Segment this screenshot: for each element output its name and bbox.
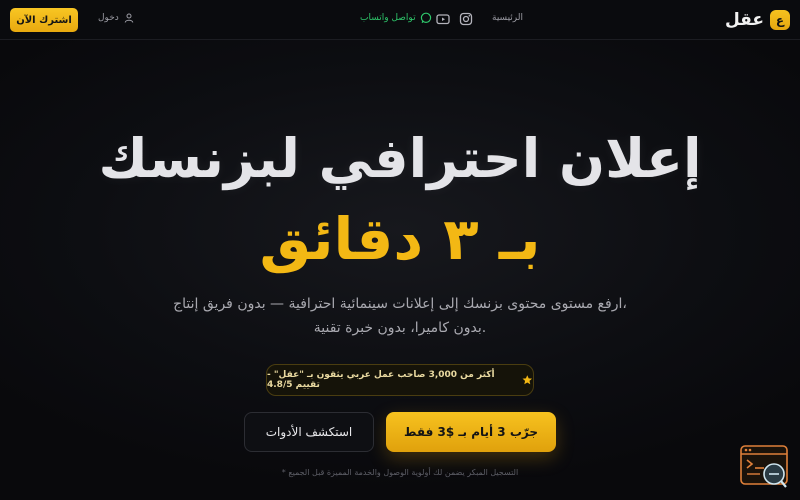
subscribe-button[interactable]: اشترك الآن — [10, 8, 78, 32]
logo-badge: ع — [770, 10, 790, 30]
logo-text: عقل — [724, 10, 764, 30]
instagram-icon[interactable] — [459, 12, 473, 26]
trust-badge-text: أكثر من 3,000 صاحب عمل عربي يثقون بـ "عق… — [267, 370, 495, 390]
logo[interactable]: ع عقل — [725, 9, 790, 31]
whatsapp-icon — [420, 12, 431, 24]
login-link[interactable]: دخول — [98, 13, 134, 23]
youtube-icon[interactable] — [436, 12, 450, 26]
whatsapp-link[interactable]: تواصل واتساب — [360, 12, 432, 24]
hero-subtitle: ارفع مستوى محتوى بزنسك إلى إعلانات سينما… — [160, 292, 640, 340]
login-label: دخول — [98, 13, 119, 23]
whatsapp-label: تواصل واتساب — [360, 13, 416, 23]
subtitle-line-2: بدون كاميرا، بدون خبرة تقنية. — [313, 320, 487, 336]
footnote: * التسجيل المبكر يضمن لك أولوية الوصول و… — [281, 468, 519, 477]
hero-accent: بـ ٣ دقائق — [259, 205, 541, 273]
subtitle-line-1: ارفع مستوى محتوى بزنسك إلى إعلانات سينما… — [173, 296, 627, 312]
assistant-widget-icon[interactable] — [740, 444, 790, 490]
trial-button[interactable]: جرّب 3 أيام بـ $3 فقط — [386, 412, 556, 452]
user-icon — [124, 13, 134, 23]
top-nav: ع عقل الرئيسية تواصل واتساب دخول اشترك ا… — [0, 0, 800, 40]
star-icon — [522, 375, 533, 385]
hero-title: إعلان احترافي لبزنسك — [98, 127, 702, 190]
trust-badge: أكثر من 3,000 صاحب عمل عربي يثقون بـ "عق… — [266, 364, 534, 396]
nav-link-home[interactable]: الرئيسية — [492, 13, 523, 23]
explore-tools-button[interactable]: استكشف الأدوات — [244, 412, 374, 452]
